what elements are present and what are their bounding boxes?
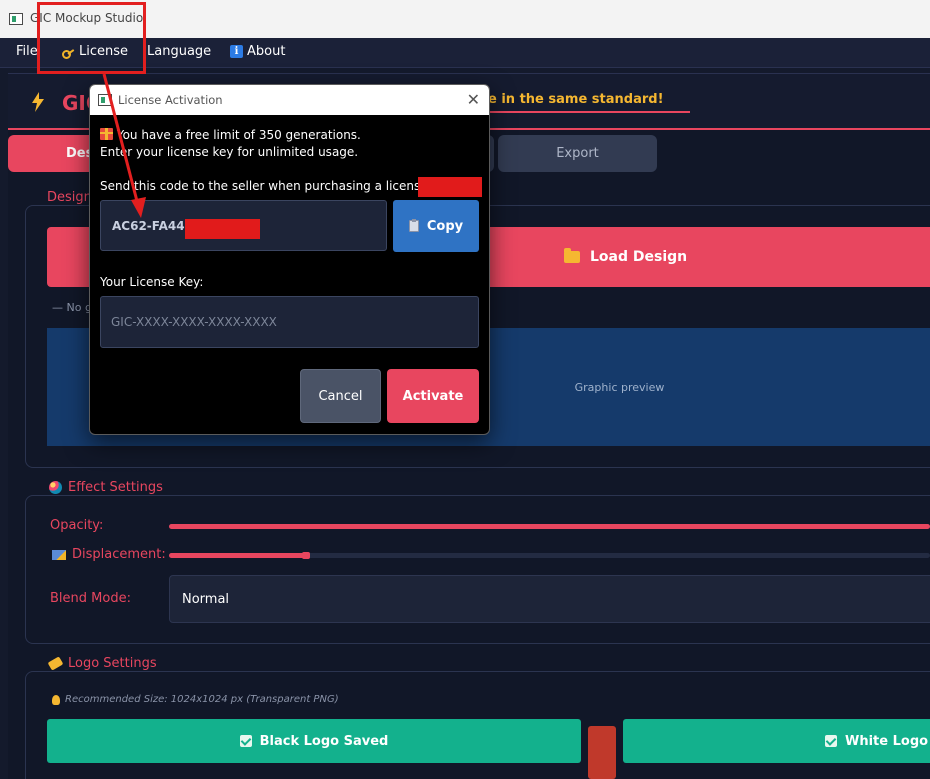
opacity-slider-fill (169, 524, 930, 529)
displacement-label-text: Displacement: (72, 547, 166, 562)
app-tagline: e in the same standard! (488, 92, 690, 113)
displacement-label: Displacement: (52, 547, 166, 562)
displacement-slider-fill (169, 553, 306, 558)
white-logo-label: White Logo Sa (845, 733, 930, 749)
palette-icon (49, 481, 62, 494)
design-section-title: Design (43, 190, 96, 205)
opacity-label: Opacity: (50, 518, 103, 533)
license-activation-dialog: License Activation ✕ You have a free lim… (89, 84, 490, 435)
menu-language-label: Language (147, 44, 212, 59)
effect-settings-title: Effect Settings (45, 480, 167, 495)
tab-design[interactable]: Des (8, 135, 100, 172)
black-logo-button[interactable]: Black Logo Saved (47, 719, 581, 763)
check-icon (825, 735, 837, 747)
pencil-icon (52, 549, 66, 560)
menu-language[interactable]: Language (147, 44, 211, 59)
close-icon[interactable]: ✕ (467, 90, 480, 109)
free-limit-message: You have a free limit of 350 generations… (100, 127, 361, 161)
redaction-bar (418, 177, 482, 197)
white-logo-button[interactable]: White Logo Sa (623, 719, 930, 763)
blend-mode-label: Blend Mode: (50, 591, 131, 606)
copy-button-label: Copy (426, 218, 464, 234)
folder-icon (564, 248, 580, 263)
opacity-label-text: Opacity: (50, 518, 104, 533)
check-icon (239, 735, 252, 747)
recommended-size-text: Recommended Size: 1024x1024 px (Transpar… (65, 694, 339, 705)
activate-button-label: Activate (402, 388, 464, 404)
tab-export-label: Export (556, 146, 599, 161)
info-icon: i (230, 45, 243, 58)
effect-settings-title-text: Effect Settings (68, 480, 163, 495)
cancel-button[interactable]: Cancel (300, 369, 381, 423)
menu-file[interactable]: File (16, 44, 38, 59)
license-key-label: Your License Key: (100, 275, 204, 289)
displacement-slider-handle[interactable] (301, 552, 310, 559)
tag-icon (47, 656, 64, 671)
blend-mode-value: Normal (182, 591, 230, 607)
dialog-title-bar: License Activation ✕ (90, 85, 489, 115)
app-icon (98, 94, 112, 106)
lightbulb-icon (52, 694, 60, 705)
tab-export[interactable]: Export (498, 135, 657, 172)
design-section-title-text: Design (47, 190, 92, 205)
clipboard-icon (408, 219, 419, 232)
load-design-label: Load Design (590, 249, 688, 265)
activate-button[interactable]: Activate (387, 369, 479, 423)
app-icon (9, 13, 23, 25)
send-code-label: Send this code to the seller when purcha… (100, 179, 428, 193)
blend-mode-select[interactable]: Normal (169, 575, 930, 623)
dialog-title: License Activation (118, 93, 223, 107)
menu-about-label: About (247, 44, 286, 59)
gift-icon (100, 128, 113, 140)
logo-settings-title: Logo Settings (45, 656, 161, 671)
design-status: — No g (52, 301, 92, 314)
opacity-slider[interactable] (169, 524, 930, 529)
menu-about[interactable]: i About (230, 44, 285, 59)
cancel-button-label: Cancel (318, 388, 363, 404)
free-limit-line-1: You have a free limit of 350 generations… (116, 128, 361, 142)
license-key-input[interactable] (100, 296, 479, 348)
black-logo-label: Black Logo Saved (259, 733, 389, 749)
menu-file-label: File (16, 44, 38, 59)
logo-settings-title-text: Logo Settings (68, 656, 157, 671)
lightning-icon (32, 92, 44, 112)
displacement-slider[interactable] (169, 552, 930, 559)
redaction-bar (185, 219, 260, 239)
annotation-highlight-box (37, 2, 146, 74)
recommended-size-note: Recommended Size: 1024x1024 px (Transpar… (52, 694, 339, 705)
free-limit-line-2: Enter your license key for unlimited usa… (100, 145, 359, 159)
graphic-preview-label: Graphic preview (574, 380, 665, 394)
copy-button[interactable]: Copy (393, 200, 479, 252)
logo-color-swatch[interactable] (588, 726, 616, 779)
blend-mode-label-text: Blend Mode: (50, 591, 131, 606)
